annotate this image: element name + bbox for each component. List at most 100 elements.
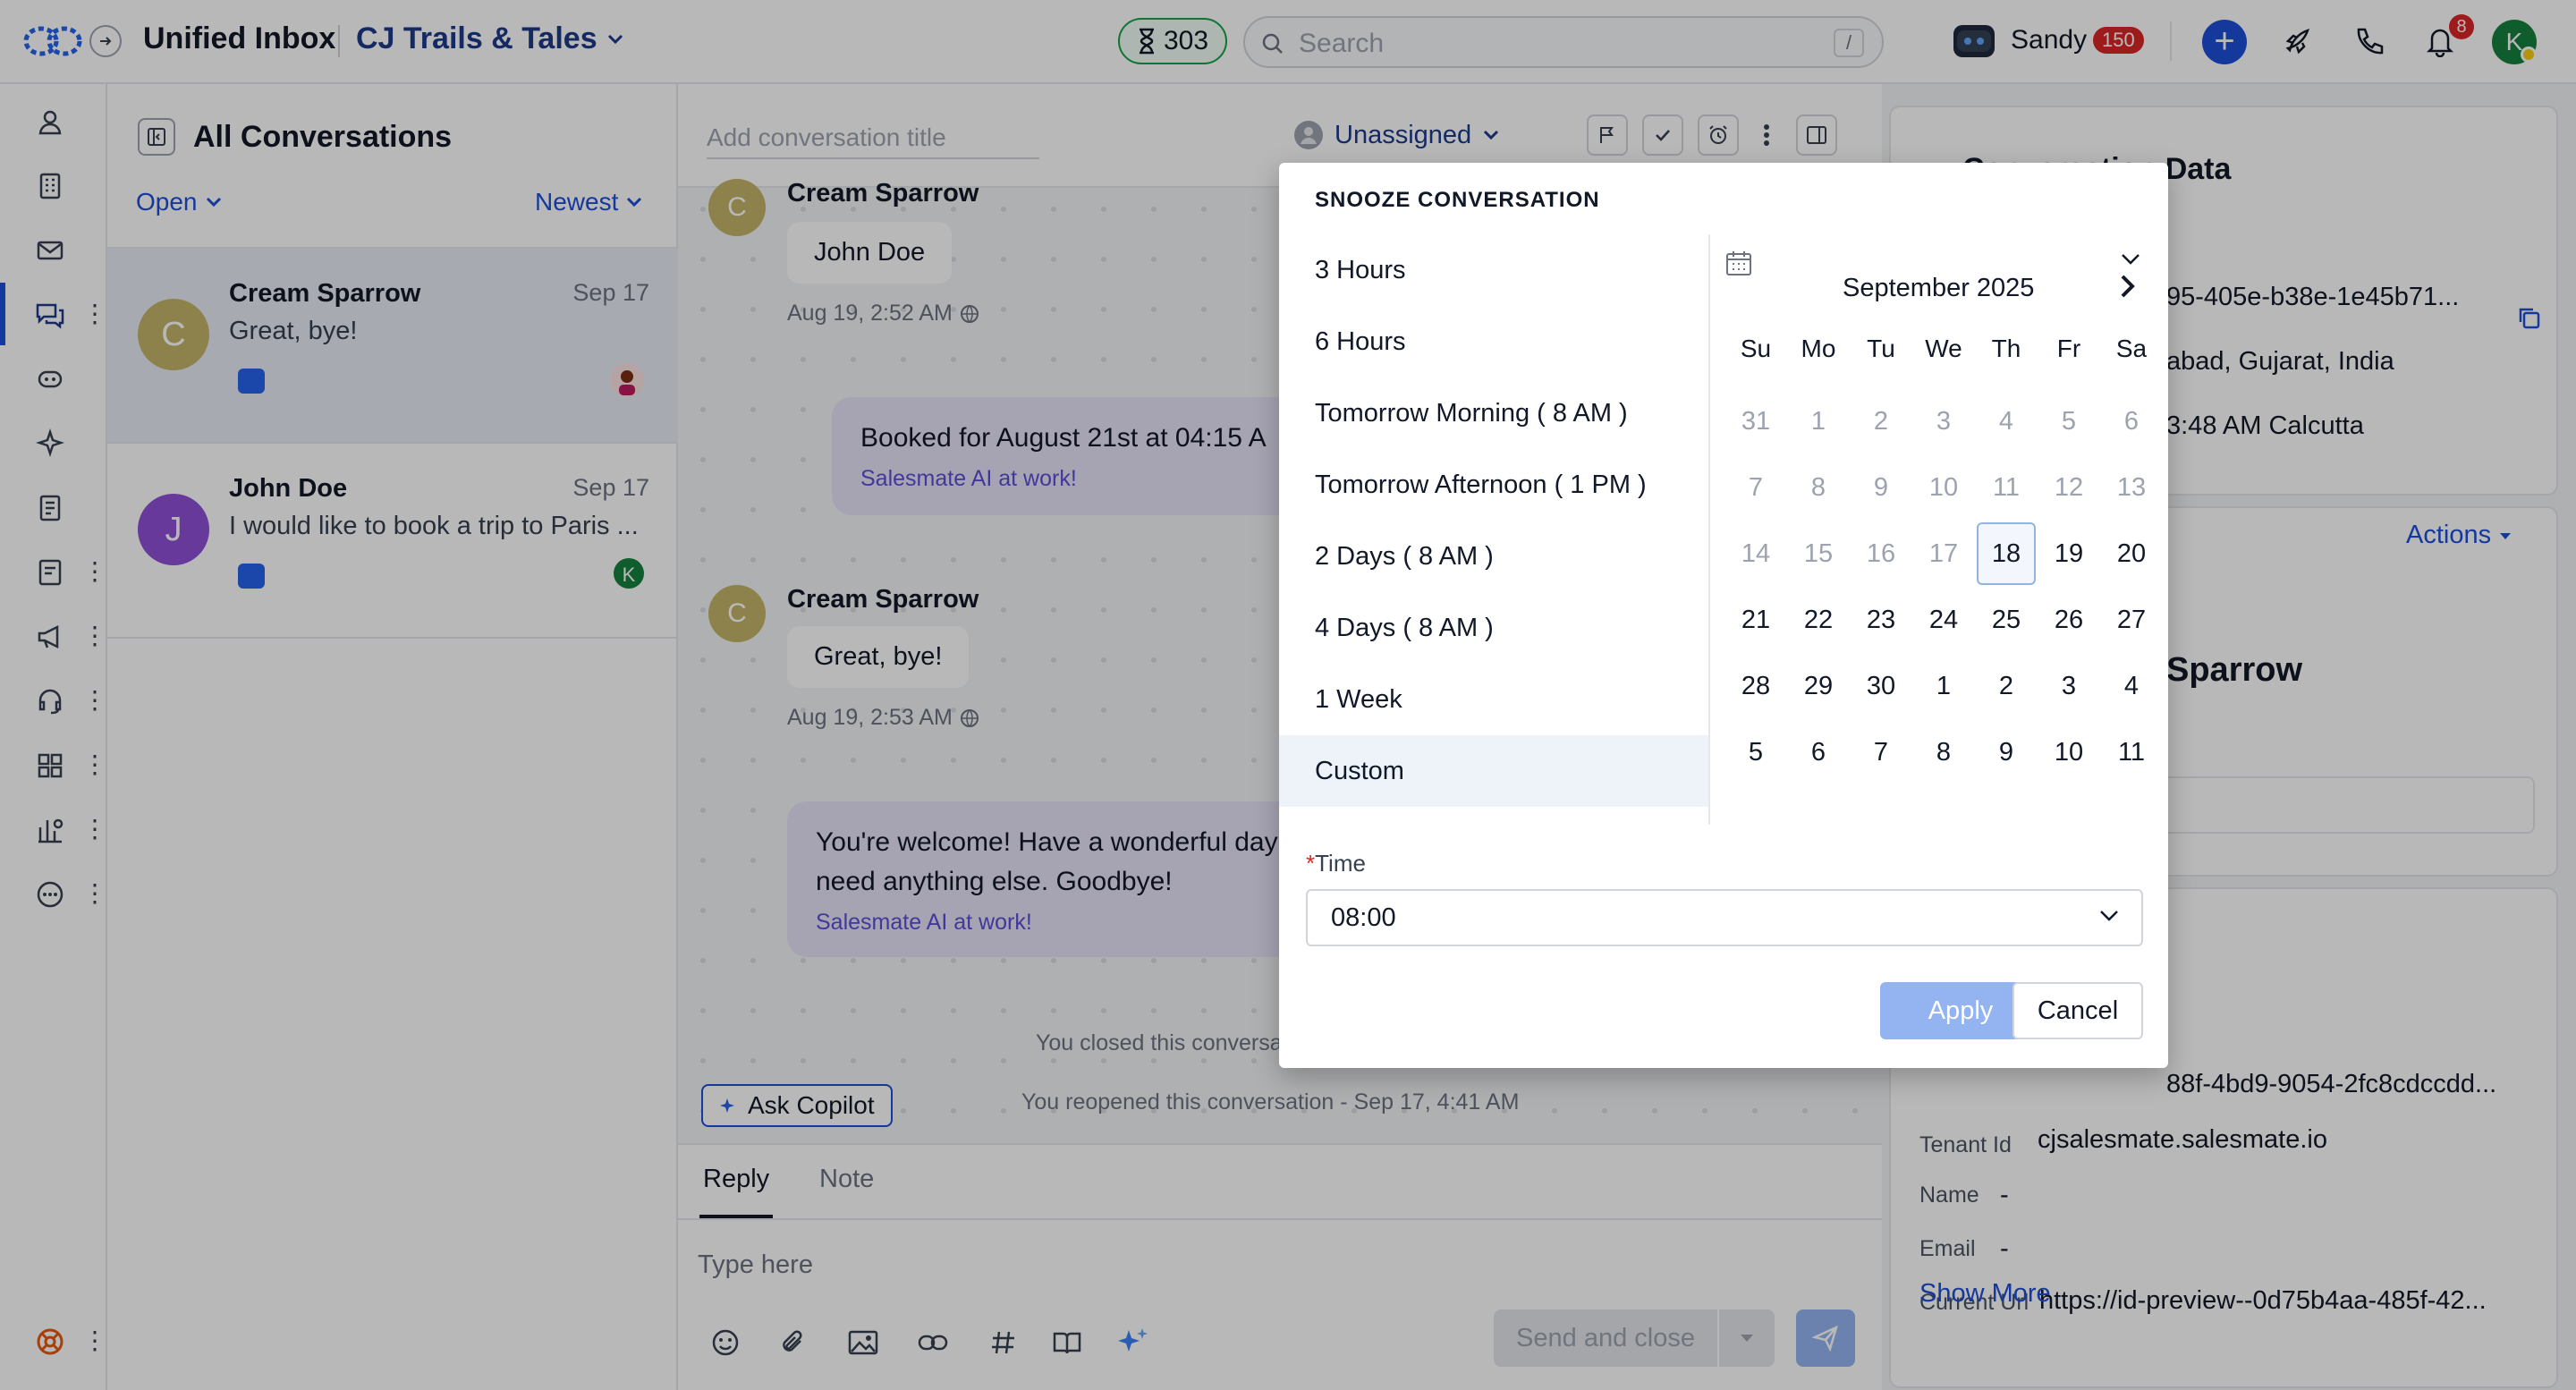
calendar-day-number: 4	[1998, 406, 2014, 436]
calendar-day-number: 5	[2061, 406, 2077, 436]
snooze-option[interactable]: 3 Hours	[1279, 234, 1708, 306]
calendar-day: 14	[1724, 521, 1787, 587]
calendar-day-number: 9	[1873, 472, 1889, 502]
calendar-day: 13	[2100, 454, 2163, 521]
calendar-day: 11	[1975, 454, 2038, 521]
calendar-day: 8	[1787, 454, 1850, 521]
calendar-day-number: 16	[1866, 538, 1896, 568]
calendar-day-number: 29	[1803, 671, 1834, 700]
calendar-day[interactable]: 25	[1975, 587, 2038, 653]
calendar-day-number: 5	[1748, 737, 1764, 767]
snooze-option[interactable]: 1 Week	[1279, 664, 1708, 735]
calendar-day-number: 1	[1936, 671, 1952, 700]
calendar-day-number: 1	[1810, 406, 1826, 436]
calendar-day: 6	[2100, 388, 2163, 454]
calendar-day: 10	[1912, 454, 1975, 521]
calendar-day-number: 9	[1998, 737, 2014, 767]
weekday-label: We	[1925, 335, 1962, 362]
calendar-day: 4	[1975, 388, 2038, 454]
calendar-day[interactable]: 24	[1912, 587, 1975, 653]
calendar-day[interactable]: 19	[2038, 521, 2100, 587]
calendar-week-row: 31 1 2 3 4 5 6	[1724, 388, 2163, 454]
calendar-day-number: 22	[1803, 605, 1834, 634]
calendar-day[interactable]: 29	[1787, 653, 1850, 719]
calendar-day: 1	[1787, 388, 1850, 454]
calendar-day: 5	[2038, 388, 2100, 454]
calendar-day[interactable]: 6	[1787, 719, 1850, 785]
calendar-day: 31	[1724, 388, 1787, 454]
weekday-label: Su	[1740, 335, 1772, 362]
calendar-day-number: 3	[1936, 406, 1952, 436]
chevron-down-icon[interactable]	[2120, 252, 2141, 267]
snooze-option[interactable]: 4 Days ( 8 AM )	[1279, 592, 1708, 664]
time-label: *Time	[1306, 850, 1366, 877]
calendar-day[interactable]: 11	[2100, 719, 2163, 785]
calendar-day-number: 11	[1992, 472, 2021, 502]
calendar-day-number: 28	[1741, 671, 1771, 700]
calendar-day[interactable]: 4	[2100, 653, 2163, 719]
calendar-day[interactable]: 26	[2038, 587, 2100, 653]
calendar-day-number: 8	[1936, 737, 1952, 767]
calendar-day-number: 27	[2116, 605, 2147, 634]
calendar-day[interactable]: 5	[1724, 719, 1787, 785]
snooze-option[interactable]: Tomorrow Morning ( 8 AM )	[1279, 377, 1708, 449]
calendar-day-number: 31	[1741, 406, 1771, 436]
calendar-day-number: 21	[1741, 605, 1771, 634]
calendar-day-today[interactable]: 18	[1975, 521, 2038, 587]
calendar-icon	[1724, 249, 1753, 277]
calendar-day[interactable]: 20	[2100, 521, 2163, 587]
calendar-day-number: 14	[1741, 538, 1771, 568]
calendar-day-number: 12	[2054, 472, 2084, 502]
snooze-option[interactable]: Tomorrow Afternoon ( 1 PM )	[1279, 449, 1708, 521]
snooze-option[interactable]: 2 Days ( 8 AM )	[1279, 521, 1708, 592]
calendar-day-number: 7	[1748, 472, 1764, 502]
calendar-day[interactable]: 30	[1850, 653, 1912, 719]
calendar-day[interactable]: 1	[1912, 653, 1975, 719]
cancel-button[interactable]: Cancel	[2012, 982, 2143, 1039]
calendar-day-number: 11	[2117, 737, 2146, 767]
weekday-header-row: Su Mo Tu We Th Fr Sa	[1724, 322, 2163, 388]
calendar-week-row: 28 29 30 1 2 3 4	[1724, 653, 2163, 719]
calendar-day[interactable]: 21	[1724, 587, 1787, 653]
time-select[interactable]: 08:00	[1306, 889, 2143, 946]
calendar-day-number: 15	[1803, 538, 1834, 568]
calendar-day-number: 19	[2054, 538, 2084, 568]
calendar-day[interactable]: 27	[2100, 587, 2163, 653]
calendar-week-row: 7 8 9 10 11 12 13	[1724, 454, 2163, 521]
calendar-day-number: 8	[1810, 472, 1826, 502]
calendar-day[interactable]: 3	[2038, 653, 2100, 719]
calendar-day-number: 18	[1977, 522, 2036, 585]
weekday-label: Fr	[2056, 335, 2081, 362]
calendar-month-label[interactable]: September 2025	[1843, 274, 2034, 303]
snooze-conversation-popup: SNOOZE CONVERSATION 3 Hours 6 Hours Tomo…	[1279, 163, 2168, 1068]
calendar-week-row: 14 15 16 17 18 19 20	[1724, 521, 2163, 587]
calendar-day-number: 10	[2054, 737, 2084, 767]
calendar-day-number: 13	[2116, 472, 2147, 502]
calendar-day-number: 2	[1998, 671, 2014, 700]
snooze-option[interactable]: 6 Hours	[1279, 306, 1708, 377]
weekday-label: Tu	[1867, 335, 1895, 362]
snooze-divider	[1708, 234, 1710, 825]
calendar-day-number: 30	[1866, 671, 1896, 700]
calendar-day-number: 3	[2061, 671, 2077, 700]
calendar-day[interactable]: 28	[1724, 653, 1787, 719]
calendar-day[interactable]: 7	[1850, 719, 1912, 785]
weekday-label: Sa	[2115, 335, 2148, 362]
snooze-option-selected[interactable]: Custom	[1279, 735, 1708, 807]
calendar-day[interactable]: 10	[2038, 719, 2100, 785]
calendar-grid: Su Mo Tu We Th Fr Sa 31 1 2 3 4 5 6 7 8 9 10 11 12 13 14 15 16 1…	[1724, 322, 2163, 785]
time-value: 08:00	[1331, 903, 1396, 932]
calendar-day: 16	[1850, 521, 1912, 587]
calendar-week-row: 5 6 7 8 9 10 11	[1724, 719, 2163, 785]
calendar-day[interactable]: 8	[1912, 719, 1975, 785]
calendar-day-number: 7	[1873, 737, 1889, 767]
calendar-week-row: 21 22 23 24 25 26 27	[1724, 587, 2163, 653]
time-label-text: Time	[1315, 850, 1366, 877]
calendar-day[interactable]: 22	[1787, 587, 1850, 653]
calendar-day-number: 10	[1928, 472, 1959, 502]
calendar-day[interactable]: 23	[1850, 587, 1912, 653]
calendar-day[interactable]: 2	[1975, 653, 2038, 719]
calendar-day[interactable]: 9	[1975, 719, 2038, 785]
weekday-label: Mo	[1801, 335, 1836, 362]
next-month-icon[interactable]	[2118, 274, 2136, 299]
